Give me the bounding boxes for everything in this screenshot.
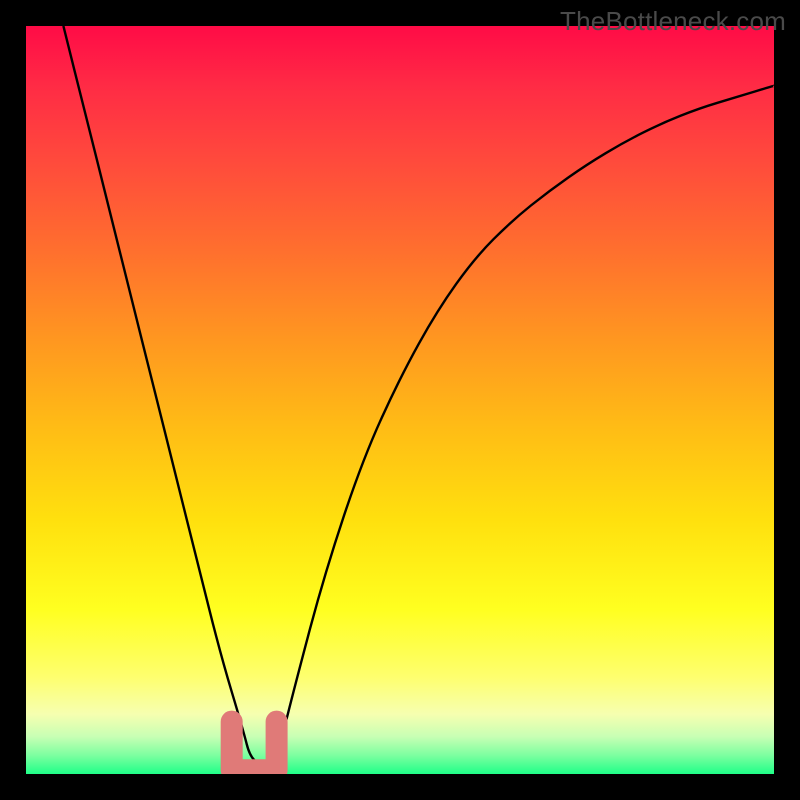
chart-frame: TheBottleneck.com — [0, 0, 800, 800]
plot-area — [26, 26, 774, 774]
marker-path — [232, 722, 277, 771]
optimal-range-marker — [26, 26, 774, 774]
watermark-text: TheBottleneck.com — [560, 6, 786, 37]
